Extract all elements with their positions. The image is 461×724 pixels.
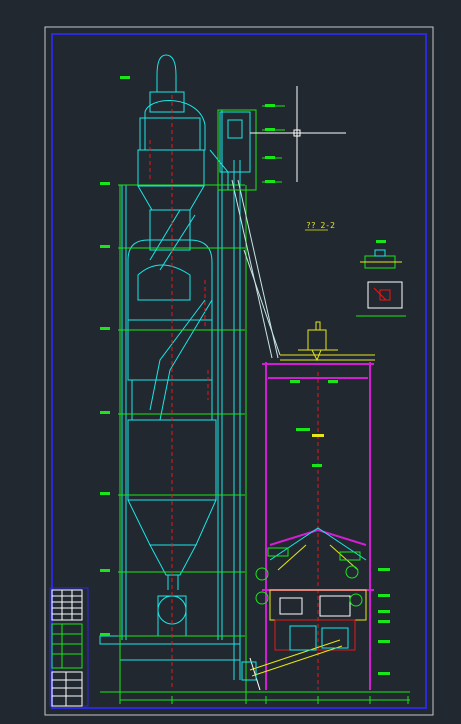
crosshair-cursor [250,86,346,182]
inclined-conveyor [231,179,281,359]
sheet-border [44,26,434,716]
title-block [49,587,89,707]
cad-drawing-canvas[interactable]: ?? 2-2 [0,0,461,724]
silo-top-equipment [280,321,375,362]
bottom-dimensions [119,696,410,704]
silo-annotations [290,380,338,467]
right-side-labels [378,568,390,675]
detail-view [356,240,406,317]
main-tower [99,54,251,680]
hopper-machinery [241,527,367,691]
section-title: ?? 2-2 [306,221,335,230]
dimension-tags [265,104,275,183]
